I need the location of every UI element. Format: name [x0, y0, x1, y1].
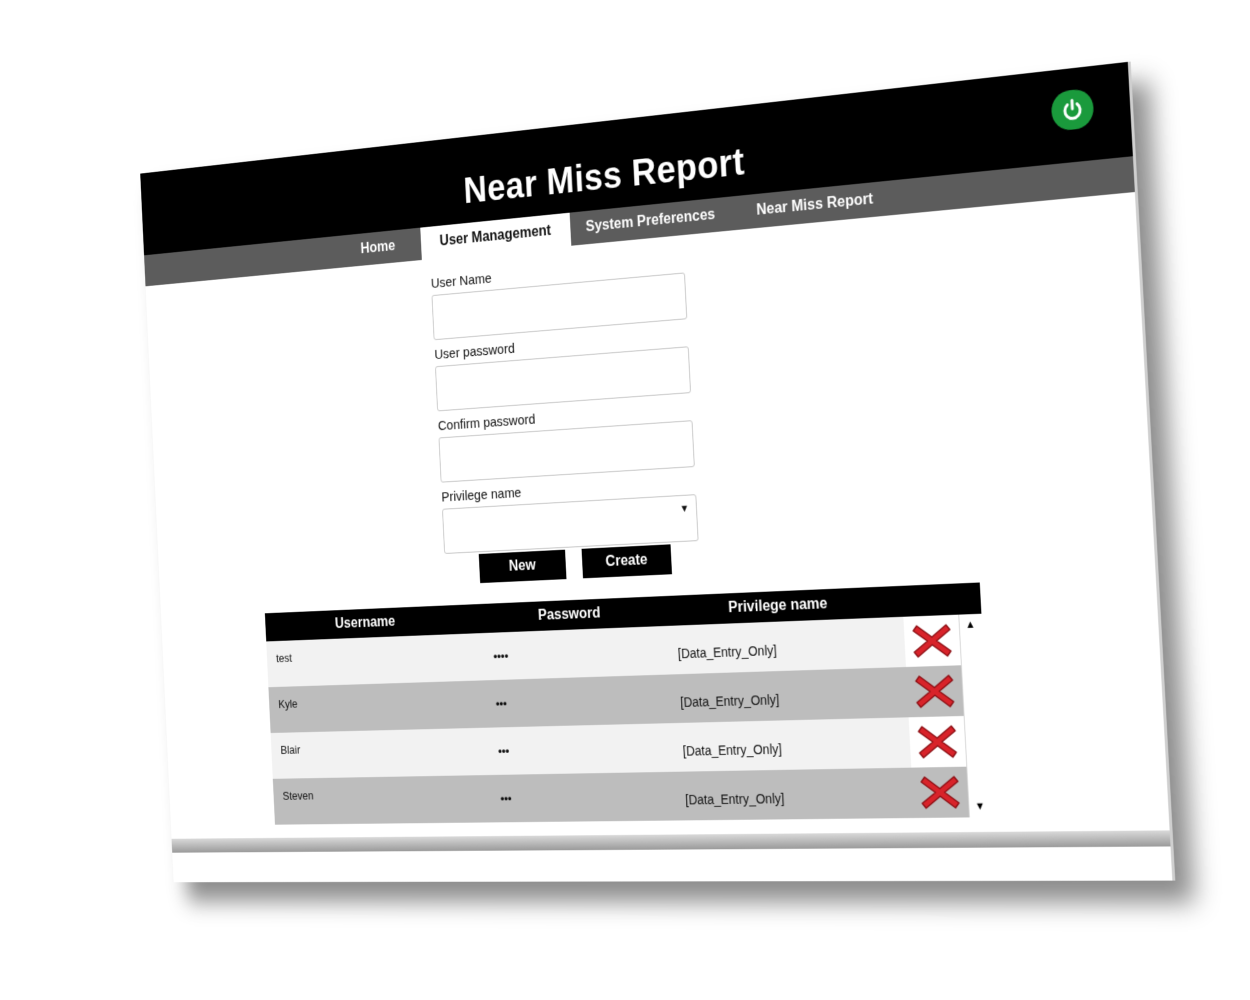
- row-username: Kyle: [277, 696, 298, 711]
- row-username: Steven: [282, 788, 314, 803]
- row-password: •••: [497, 743, 510, 758]
- new-button[interactable]: New: [478, 549, 567, 584]
- row-username: Blair: [280, 742, 301, 757]
- delete-row-button[interactable]: [911, 766, 970, 819]
- row-privilege: [Data_Entry_Only]: [679, 691, 780, 710]
- delete-row-button[interactable]: [903, 614, 961, 668]
- delete-row-button[interactable]: [908, 715, 967, 768]
- row-password: •••: [500, 791, 512, 805]
- row-privilege: [Data_Entry_Only]: [682, 741, 783, 759]
- delete-x-icon: [916, 722, 958, 762]
- row-privilege: [Data_Entry_Only]: [677, 642, 778, 662]
- create-button[interactable]: Create: [581, 544, 673, 579]
- window-bottom-edge: [171, 830, 1171, 853]
- power-icon: [1059, 96, 1085, 124]
- table-body: test •••• [Data_Entry_Only] Kyle ••• [Da…: [266, 614, 970, 825]
- tilted-view: Near Miss Report Home User Management Sy…: [140, 61, 1176, 883]
- row-username: test: [275, 651, 293, 665]
- chevron-down-icon: ▼: [679, 503, 690, 515]
- screenshot-scene: Near Miss Report Home User Management Sy…: [0, 0, 1250, 1000]
- delete-x-icon: [911, 621, 953, 661]
- row-password: ••••: [493, 648, 509, 663]
- scroll-down-arrow-icon[interactable]: ▼: [969, 798, 991, 816]
- scroll-up-arrow-icon[interactable]: ▲: [959, 616, 981, 634]
- delete-x-icon: [919, 773, 961, 812]
- row-privilege: [Data_Entry_Only]: [684, 790, 785, 808]
- app-window: Near Miss Report Home User Management Sy…: [140, 61, 1176, 883]
- delete-x-icon: [914, 671, 956, 711]
- users-table: Username Password Privilege name test ••…: [264, 582, 992, 825]
- delete-row-button[interactable]: [905, 665, 964, 718]
- row-password: •••: [495, 696, 508, 711]
- user-form: User Name User password Confirm password…: [431, 253, 701, 554]
